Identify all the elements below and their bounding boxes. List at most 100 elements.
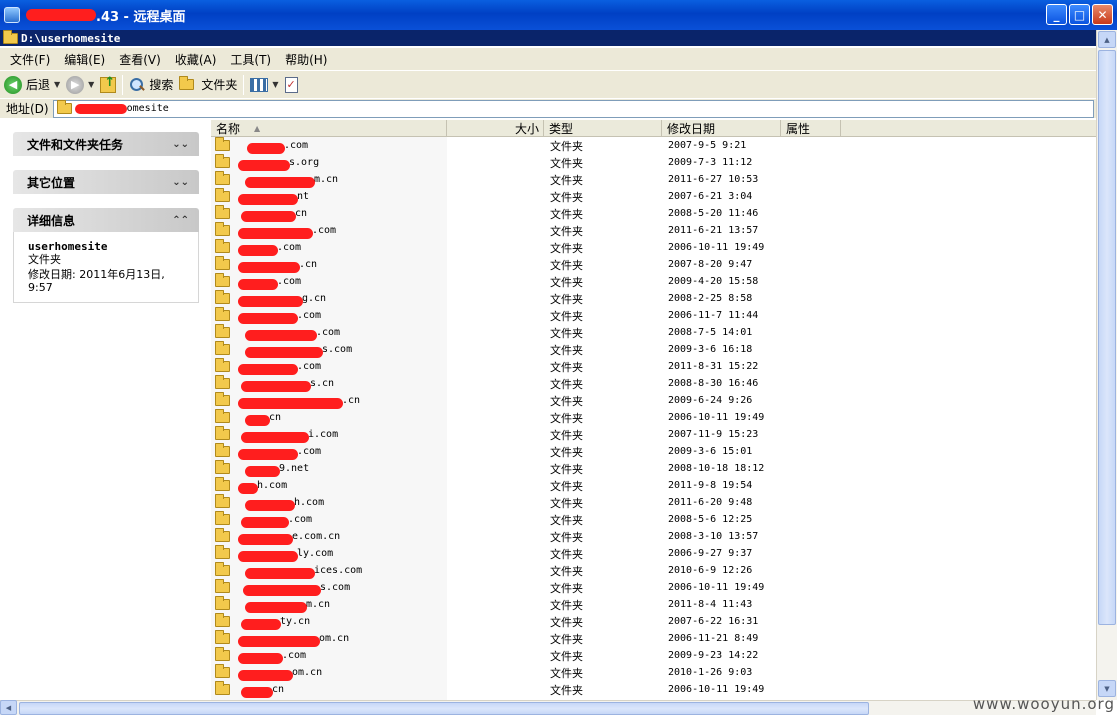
file-name-cell[interactable]: .com (211, 358, 447, 375)
file-type: 文件夹 (550, 258, 583, 272)
file-row[interactable]: i.com 文件夹 2007-11-9 15:23 (211, 426, 1096, 443)
file-row[interactable]: s.org 文件夹 2009-7-3 11:12 (211, 154, 1096, 171)
close-button[interactable]: ✕ (1092, 4, 1113, 25)
menu-help[interactable]: 帮助(H) (285, 51, 327, 68)
file-row[interactable]: m.cn 文件夹 2011-6-27 10:53 (211, 171, 1096, 188)
scroll-thumb[interactable] (1098, 50, 1116, 625)
dropdown-arrow-icon[interactable]: ▼ (88, 80, 94, 89)
minimize-button[interactable]: _ (1046, 4, 1067, 25)
file-name-cell[interactable]: ty.cn (211, 613, 447, 630)
file-name-cell[interactable]: om.cn (211, 630, 447, 647)
file-row[interactable]: s.cn 文件夹 2008-8-30 16:46 (211, 375, 1096, 392)
search-button[interactable]: 搜索 (129, 76, 173, 93)
file-row[interactable]: cn 文件夹 2006-10-11 19:49 (211, 409, 1096, 426)
file-row[interactable]: ly.com 文件夹 2006-9-27 9:37 (211, 545, 1096, 562)
maximize-button[interactable]: □ (1069, 4, 1090, 25)
file-name-cell[interactable]: s.com (211, 579, 447, 596)
other-places-header[interactable]: 其它位置 ⌄⌄ (13, 170, 199, 194)
file-name-cell[interactable]: .com (211, 511, 447, 528)
file-row[interactable]: om.cn 文件夹 2006-11-21 8:49 (211, 630, 1096, 647)
menu-file[interactable]: 文件(F) (10, 51, 50, 68)
file-name-cell[interactable]: cn (211, 681, 447, 698)
file-name-cell[interactable]: g.cn (211, 290, 447, 307)
file-name-cell[interactable]: .com (211, 239, 447, 256)
back-button[interactable]: ◀ 后退 ▼ (4, 75, 60, 94)
notes-icon[interactable] (284, 76, 298, 93)
file-row[interactable]: ices.com 文件夹 2010-6-9 12:26 (211, 562, 1096, 579)
file-name-cell[interactable]: .com (211, 273, 447, 290)
scroll-up-button[interactable]: ▲ (1098, 31, 1116, 48)
file-name-cell[interactable]: .cn (211, 392, 447, 409)
file-row[interactable]: .com 文件夹 2006-11-7 11:44 (211, 307, 1096, 324)
file-name-cell[interactable]: s.org (211, 154, 447, 171)
file-row[interactable]: nt 文件夹 2007-6-21 3:04 (211, 188, 1096, 205)
menu-tools[interactable]: 工具(T) (230, 51, 271, 68)
file-row[interactable]: 9.net 文件夹 2008-10-18 18:12 (211, 460, 1096, 477)
views-button[interactable]: ▼ (250, 77, 279, 92)
file-row[interactable]: cn 文件夹 2008-5-20 11:46 (211, 205, 1096, 222)
file-row[interactable]: .com 文件夹 2009-3-6 15:01 (211, 443, 1096, 460)
file-row[interactable]: e.com.cn 文件夹 2008-3-10 13:57 (211, 528, 1096, 545)
file-name-cell[interactable]: .cn (211, 256, 447, 273)
file-tasks-header[interactable]: 文件和文件夹任务 ⌄⌄ (13, 132, 199, 156)
column-date[interactable]: 修改日期 (662, 120, 781, 137)
file-row[interactable]: m.cn 文件夹 2011-8-4 11:43 (211, 596, 1096, 613)
file-row[interactable]: .com 文件夹 2008-5-6 12:25 (211, 511, 1096, 528)
file-name-cell[interactable]: ices.com (211, 562, 447, 579)
file-name-cell[interactable]: .com (211, 324, 447, 341)
folders-button[interactable]: 文件夹 (179, 76, 237, 93)
file-row[interactable]: .cn 文件夹 2007-8-20 9:47 (211, 256, 1096, 273)
forward-button[interactable]: ▶ ▼ (66, 75, 94, 94)
file-name-cell[interactable]: i.com (211, 426, 447, 443)
file-name-cell[interactable]: .com (211, 647, 447, 664)
file-row[interactable]: .com 文件夹 2007-9-5 9:21 (211, 137, 1096, 154)
file-name-cell[interactable]: s.cn (211, 375, 447, 392)
vertical-scrollbar[interactable]: ▲ ▼ (1096, 30, 1117, 700)
file-row[interactable]: h.com 文件夹 2011-9-8 19:54 (211, 477, 1096, 494)
column-name[interactable]: 名称 ▲ (211, 120, 447, 137)
up-folder-icon[interactable] (100, 75, 117, 93)
file-row[interactable]: .com 文件夹 2008-7-5 14:01 (211, 324, 1096, 341)
file-row[interactable]: cn 文件夹 2006-10-11 19:49 (211, 681, 1096, 698)
file-name-cell[interactable]: 9.net (211, 460, 447, 477)
file-name-cell[interactable]: m.cn (211, 596, 447, 613)
details-header[interactable]: 详细信息 ⌃⌃ (13, 208, 199, 232)
column-type[interactable]: 类型 (544, 120, 662, 137)
file-name-cell[interactable]: .com (211, 307, 447, 324)
file-name-cell[interactable]: ly.com (211, 545, 447, 562)
file-name-cell[interactable]: e.com.cn (211, 528, 447, 545)
file-name-cell[interactable]: nt (211, 188, 447, 205)
file-row[interactable]: g.cn 文件夹 2008-2-25 8:58 (211, 290, 1096, 307)
horizontal-scrollbar[interactable]: ◀ (0, 700, 1096, 715)
file-name-cell[interactable]: m.cn (211, 171, 447, 188)
file-row[interactable]: .com 文件夹 2009-9-23 14:22 (211, 647, 1096, 664)
file-row[interactable]: s.com 文件夹 2009-3-6 16:18 (211, 341, 1096, 358)
h-scroll-thumb[interactable] (19, 702, 869, 715)
menu-edit[interactable]: 编辑(E) (64, 51, 105, 68)
file-name-cell[interactable]: .com (211, 137, 447, 154)
file-name-cell[interactable]: cn (211, 409, 447, 426)
file-name-cell[interactable]: h.com (211, 477, 447, 494)
menu-favorites[interactable]: 收藏(A) (175, 51, 217, 68)
address-input[interactable]: omesite (52, 99, 1094, 118)
column-attributes[interactable]: 属性 (781, 120, 841, 137)
file-name-cell[interactable]: h.com (211, 494, 447, 511)
file-row[interactable]: ty.cn 文件夹 2007-6-22 16:31 (211, 613, 1096, 630)
file-row[interactable]: .com 文件夹 2011-6-21 13:57 (211, 222, 1096, 239)
menu-view[interactable]: 查看(V) (119, 51, 161, 68)
file-name-cell[interactable]: s.com (211, 341, 447, 358)
file-name-cell[interactable]: cn (211, 205, 447, 222)
file-row[interactable]: .com 文件夹 2011-8-31 15:22 (211, 358, 1096, 375)
file-row[interactable]: s.com 文件夹 2006-10-11 19:49 (211, 579, 1096, 596)
file-row[interactable]: om.cn 文件夹 2010-1-26 9:03 (211, 664, 1096, 681)
scroll-left-button[interactable]: ◀ (0, 700, 17, 715)
file-row[interactable]: h.com 文件夹 2011-6-20 9:48 (211, 494, 1096, 511)
file-row[interactable]: .com 文件夹 2006-10-11 19:49 (211, 239, 1096, 256)
file-name-cell[interactable]: .com (211, 222, 447, 239)
dropdown-arrow-icon[interactable]: ▼ (54, 80, 60, 89)
file-row[interactable]: .com 文件夹 2009-4-20 15:58 (211, 273, 1096, 290)
column-size[interactable]: 大小 (447, 120, 544, 137)
file-name-cell[interactable]: .com (211, 443, 447, 460)
file-name-cell[interactable]: om.cn (211, 664, 447, 681)
file-row[interactable]: .cn 文件夹 2009-6-24 9:26 (211, 392, 1096, 409)
